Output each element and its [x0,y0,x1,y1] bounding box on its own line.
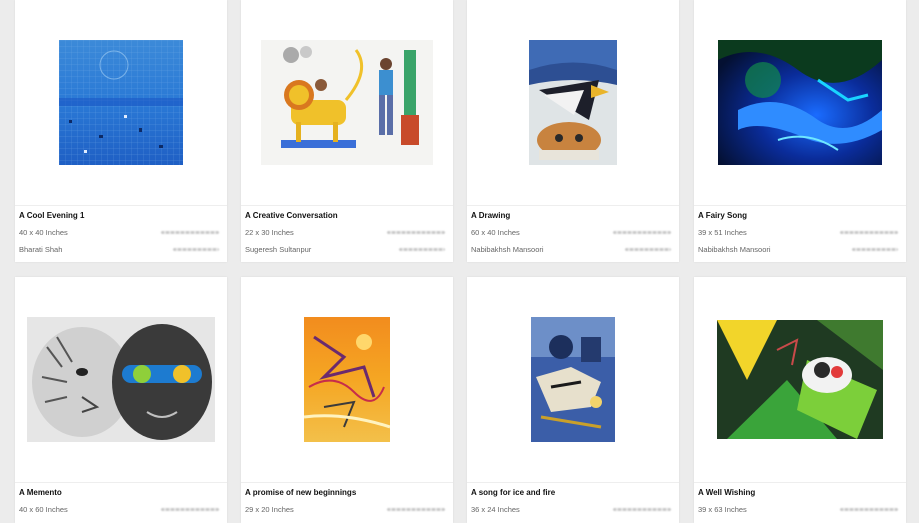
artwork-artist[interactable]: Nabibakhsh Mansoori [471,245,544,254]
artwork-image-frame[interactable] [467,277,679,483]
artwork-image-frame[interactable] [15,0,227,206]
artwork-title[interactable]: A Drawing [471,211,510,220]
artwork-image-frame[interactable] [15,277,227,483]
artwork-title[interactable]: A Cool Evening 1 [19,211,85,220]
artwork-artist[interactable]: Bharati Shah [19,245,62,254]
artwork-artist[interactable]: Nabibakhsh Mansoori [698,245,771,254]
artwork-size: 40 x 60 Inches [19,505,68,514]
blurred-info [625,248,671,251]
artwork-title[interactable]: A Well Wishing [698,488,755,497]
blurred-price [387,231,445,234]
artwork-image[interactable] [531,317,615,442]
artwork-image[interactable] [27,317,215,442]
blurred-price [840,231,898,234]
artwork-image[interactable] [529,40,617,165]
artwork-title[interactable]: A Creative Conversation [245,211,338,220]
artwork-image[interactable] [304,317,390,442]
artwork-card[interactable]: A Drawing 60 x 40 Inches Nabibakhsh Mans… [467,0,679,262]
blurred-info [852,248,898,251]
artwork-title[interactable]: A promise of new beginnings [245,488,356,497]
artwork-image[interactable] [717,320,883,439]
blurred-price [387,508,445,511]
artwork-card[interactable]: A song for ice and fire 36 x 24 Inches [467,277,679,523]
artwork-grid: A Cool Evening 1 40 x 40 Inches Bharati … [0,0,919,523]
artwork-size: 29 x 20 Inches [245,505,294,514]
artwork-image[interactable] [718,40,882,165]
artwork-image-frame[interactable] [694,0,906,206]
artwork-image-frame[interactable] [241,0,453,206]
blurred-info [173,248,219,251]
artwork-image-frame[interactable] [241,277,453,483]
artwork-card[interactable]: A Creative Conversation 22 x 30 Inches S… [241,0,453,262]
blurred-price [161,231,219,234]
artwork-title[interactable]: A Memento [19,488,62,497]
artwork-image[interactable] [261,40,433,165]
artwork-size: 22 x 30 Inches [245,228,294,237]
artwork-artist[interactable]: Sugeresh Sultanpur [245,245,311,254]
blurred-price [840,508,898,511]
artwork-size: 36 x 24 Inches [471,505,520,514]
artwork-card[interactable]: A Well Wishing 39 x 63 Inches [694,277,906,523]
artwork-title[interactable]: A Fairy Song [698,211,747,220]
artwork-image-frame[interactable] [694,277,906,483]
blurred-price [161,508,219,511]
artwork-card[interactable]: A promise of new beginnings 29 x 20 Inch… [241,277,453,523]
blurred-info [399,248,445,251]
artwork-size: 60 x 40 Inches [471,228,520,237]
artwork-title[interactable]: A song for ice and fire [471,488,555,497]
artwork-size: 39 x 63 Inches [698,505,747,514]
artwork-card[interactable]: A Fairy Song 39 x 51 Inches Nabibakhsh M… [694,0,906,262]
artwork-size: 40 x 40 Inches [19,228,68,237]
artwork-image[interactable] [59,40,183,165]
artwork-image-frame[interactable] [467,0,679,206]
artwork-card[interactable]: A Cool Evening 1 40 x 40 Inches Bharati … [15,0,227,262]
blurred-price [613,508,671,511]
artwork-size: 39 x 51 Inches [698,228,747,237]
blurred-price [613,231,671,234]
artwork-card[interactable]: A Memento 40 x 60 Inches [15,277,227,523]
